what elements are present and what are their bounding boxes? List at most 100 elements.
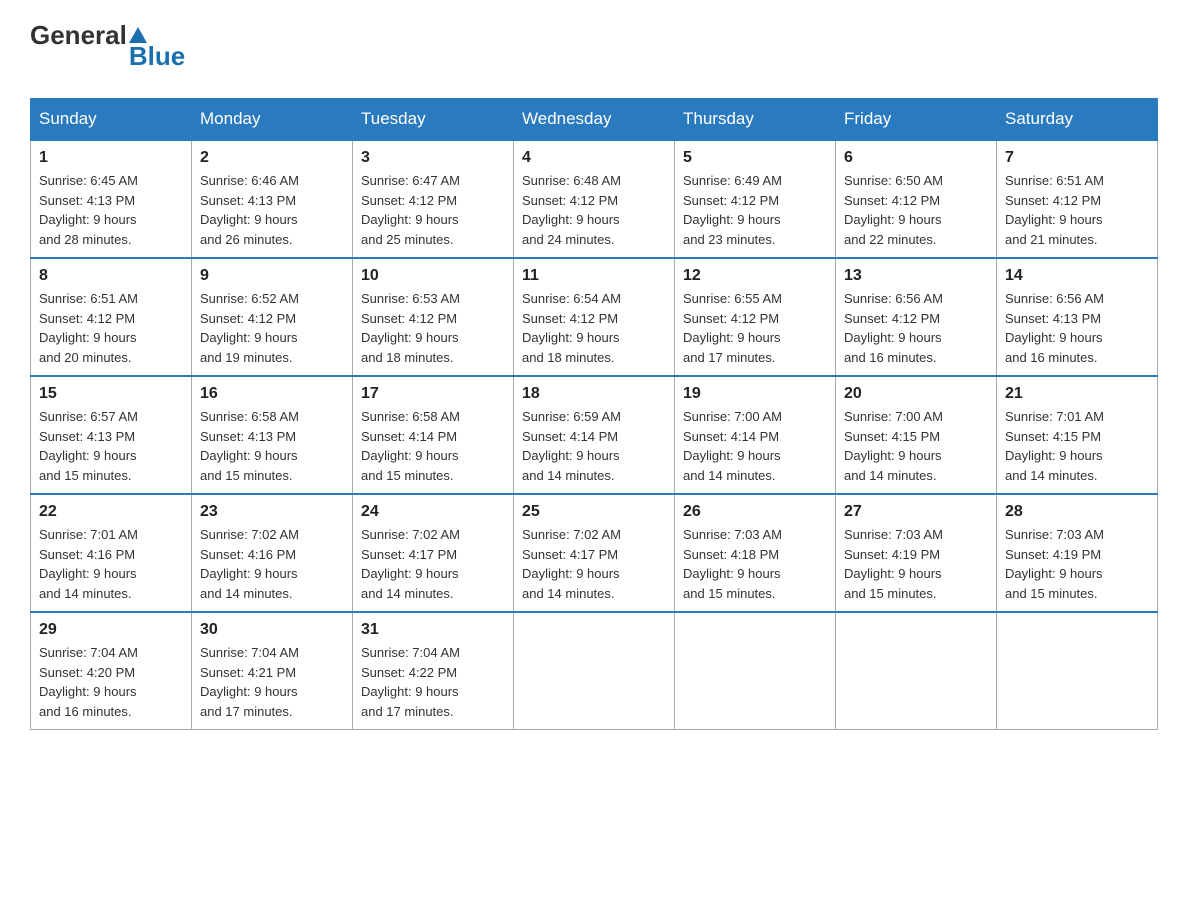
day-number: 6 xyxy=(844,149,988,167)
calendar-cell: 27 Sunrise: 7:03 AMSunset: 4:19 PMDaylig… xyxy=(836,494,997,612)
day-info: Sunrise: 7:02 AMSunset: 4:17 PMDaylight:… xyxy=(361,527,460,601)
day-number: 20 xyxy=(844,385,988,403)
day-header-sunday: Sunday xyxy=(31,99,192,141)
day-header-tuesday: Tuesday xyxy=(353,99,514,141)
day-info: Sunrise: 6:45 AMSunset: 4:13 PMDaylight:… xyxy=(39,173,138,247)
day-info: Sunrise: 6:55 AMSunset: 4:12 PMDaylight:… xyxy=(683,291,782,365)
calendar-cell: 6 Sunrise: 6:50 AMSunset: 4:12 PMDayligh… xyxy=(836,140,997,258)
day-number: 2 xyxy=(200,149,344,167)
day-number: 18 xyxy=(522,385,666,403)
calendar-week-row: 29 Sunrise: 7:04 AMSunset: 4:20 PMDaylig… xyxy=(31,612,1158,730)
day-info: Sunrise: 6:47 AMSunset: 4:12 PMDaylight:… xyxy=(361,173,460,247)
calendar-week-row: 22 Sunrise: 7:01 AMSunset: 4:16 PMDaylig… xyxy=(31,494,1158,612)
day-header-friday: Friday xyxy=(836,99,997,141)
calendar-week-row: 1 Sunrise: 6:45 AMSunset: 4:13 PMDayligh… xyxy=(31,140,1158,258)
calendar-week-row: 15 Sunrise: 6:57 AMSunset: 4:13 PMDaylig… xyxy=(31,376,1158,494)
day-info: Sunrise: 6:51 AMSunset: 4:12 PMDaylight:… xyxy=(39,291,138,365)
calendar-cell: 28 Sunrise: 7:03 AMSunset: 4:19 PMDaylig… xyxy=(997,494,1158,612)
calendar-cell: 31 Sunrise: 7:04 AMSunset: 4:22 PMDaylig… xyxy=(353,612,514,730)
day-info: Sunrise: 6:56 AMSunset: 4:12 PMDaylight:… xyxy=(844,291,943,365)
calendar-cell: 22 Sunrise: 7:01 AMSunset: 4:16 PMDaylig… xyxy=(31,494,192,612)
day-info: Sunrise: 6:49 AMSunset: 4:12 PMDaylight:… xyxy=(683,173,782,247)
calendar-header-row: SundayMondayTuesdayWednesdayThursdayFrid… xyxy=(31,99,1158,141)
day-header-thursday: Thursday xyxy=(675,99,836,141)
day-info: Sunrise: 6:56 AMSunset: 4:13 PMDaylight:… xyxy=(1005,291,1104,365)
calendar-cell: 9 Sunrise: 6:52 AMSunset: 4:12 PMDayligh… xyxy=(192,258,353,376)
day-info: Sunrise: 6:52 AMSunset: 4:12 PMDaylight:… xyxy=(200,291,299,365)
day-info: Sunrise: 6:54 AMSunset: 4:12 PMDaylight:… xyxy=(522,291,621,365)
calendar-cell: 13 Sunrise: 6:56 AMSunset: 4:12 PMDaylig… xyxy=(836,258,997,376)
day-info: Sunrise: 7:04 AMSunset: 4:22 PMDaylight:… xyxy=(361,645,460,719)
day-number: 12 xyxy=(683,267,827,285)
calendar-cell xyxy=(675,612,836,730)
calendar-cell: 3 Sunrise: 6:47 AMSunset: 4:12 PMDayligh… xyxy=(353,140,514,258)
day-info: Sunrise: 6:48 AMSunset: 4:12 PMDaylight:… xyxy=(522,173,621,247)
day-info: Sunrise: 7:00 AMSunset: 4:15 PMDaylight:… xyxy=(844,409,943,483)
day-info: Sunrise: 7:01 AMSunset: 4:15 PMDaylight:… xyxy=(1005,409,1104,483)
day-number: 24 xyxy=(361,503,505,521)
day-info: Sunrise: 7:04 AMSunset: 4:20 PMDaylight:… xyxy=(39,645,138,719)
day-number: 1 xyxy=(39,149,183,167)
day-info: Sunrise: 7:00 AMSunset: 4:14 PMDaylight:… xyxy=(683,409,782,483)
calendar-cell: 1 Sunrise: 6:45 AMSunset: 4:13 PMDayligh… xyxy=(31,140,192,258)
day-number: 7 xyxy=(1005,149,1149,167)
day-number: 23 xyxy=(200,503,344,521)
calendar-cell: 4 Sunrise: 6:48 AMSunset: 4:12 PMDayligh… xyxy=(514,140,675,258)
calendar-cell: 12 Sunrise: 6:55 AMSunset: 4:12 PMDaylig… xyxy=(675,258,836,376)
day-number: 3 xyxy=(361,149,505,167)
page-header: General General Blue xyxy=(30,20,1158,78)
calendar-cell: 29 Sunrise: 7:04 AMSunset: 4:20 PMDaylig… xyxy=(31,612,192,730)
calendar-table: SundayMondayTuesdayWednesdayThursdayFrid… xyxy=(30,98,1158,730)
calendar-cell xyxy=(514,612,675,730)
day-info: Sunrise: 7:02 AMSunset: 4:17 PMDaylight:… xyxy=(522,527,621,601)
day-number: 16 xyxy=(200,385,344,403)
day-info: Sunrise: 6:46 AMSunset: 4:13 PMDaylight:… xyxy=(200,173,299,247)
day-info: Sunrise: 6:58 AMSunset: 4:14 PMDaylight:… xyxy=(361,409,460,483)
calendar-cell: 24 Sunrise: 7:02 AMSunset: 4:17 PMDaylig… xyxy=(353,494,514,612)
day-number: 8 xyxy=(39,267,183,285)
day-number: 21 xyxy=(1005,385,1149,403)
calendar-cell: 16 Sunrise: 6:58 AMSunset: 4:13 PMDaylig… xyxy=(192,376,353,494)
day-number: 10 xyxy=(361,267,505,285)
day-number: 19 xyxy=(683,385,827,403)
calendar-cell: 25 Sunrise: 7:02 AMSunset: 4:17 PMDaylig… xyxy=(514,494,675,612)
calendar-cell: 2 Sunrise: 6:46 AMSunset: 4:13 PMDayligh… xyxy=(192,140,353,258)
day-number: 13 xyxy=(844,267,988,285)
day-number: 4 xyxy=(522,149,666,167)
day-number: 30 xyxy=(200,621,344,639)
day-number: 11 xyxy=(522,267,666,285)
day-info: Sunrise: 7:01 AMSunset: 4:16 PMDaylight:… xyxy=(39,527,138,601)
day-info: Sunrise: 6:51 AMSunset: 4:12 PMDaylight:… xyxy=(1005,173,1104,247)
calendar-cell: 7 Sunrise: 6:51 AMSunset: 4:12 PMDayligh… xyxy=(997,140,1158,258)
day-info: Sunrise: 7:04 AMSunset: 4:21 PMDaylight:… xyxy=(200,645,299,719)
calendar-week-row: 8 Sunrise: 6:51 AMSunset: 4:12 PMDayligh… xyxy=(31,258,1158,376)
day-info: Sunrise: 7:03 AMSunset: 4:19 PMDaylight:… xyxy=(844,527,943,601)
day-header-saturday: Saturday xyxy=(997,99,1158,141)
calendar-cell: 11 Sunrise: 6:54 AMSunset: 4:12 PMDaylig… xyxy=(514,258,675,376)
calendar-cell: 19 Sunrise: 7:00 AMSunset: 4:14 PMDaylig… xyxy=(675,376,836,494)
day-number: 25 xyxy=(522,503,666,521)
day-number: 26 xyxy=(683,503,827,521)
calendar-cell: 18 Sunrise: 6:59 AMSunset: 4:14 PMDaylig… xyxy=(514,376,675,494)
calendar-cell: 5 Sunrise: 6:49 AMSunset: 4:12 PMDayligh… xyxy=(675,140,836,258)
day-number: 27 xyxy=(844,503,988,521)
day-number: 14 xyxy=(1005,267,1149,285)
calendar-cell xyxy=(997,612,1158,730)
calendar-cell xyxy=(836,612,997,730)
calendar-cell: 23 Sunrise: 7:02 AMSunset: 4:16 PMDaylig… xyxy=(192,494,353,612)
day-number: 17 xyxy=(361,385,505,403)
day-header-wednesday: Wednesday xyxy=(514,99,675,141)
calendar-cell: 20 Sunrise: 7:00 AMSunset: 4:15 PMDaylig… xyxy=(836,376,997,494)
day-info: Sunrise: 6:50 AMSunset: 4:12 PMDaylight:… xyxy=(844,173,943,247)
calendar-cell: 26 Sunrise: 7:03 AMSunset: 4:18 PMDaylig… xyxy=(675,494,836,612)
day-info: Sunrise: 6:53 AMSunset: 4:12 PMDaylight:… xyxy=(361,291,460,365)
day-number: 22 xyxy=(39,503,183,521)
day-info: Sunrise: 6:58 AMSunset: 4:13 PMDaylight:… xyxy=(200,409,299,483)
day-number: 31 xyxy=(361,621,505,639)
logo-blue-text: Blue xyxy=(127,41,185,78)
day-number: 5 xyxy=(683,149,827,167)
day-info: Sunrise: 7:03 AMSunset: 4:19 PMDaylight:… xyxy=(1005,527,1104,601)
day-number: 28 xyxy=(1005,503,1149,521)
day-number: 15 xyxy=(39,385,183,403)
calendar-cell: 17 Sunrise: 6:58 AMSunset: 4:14 PMDaylig… xyxy=(353,376,514,494)
